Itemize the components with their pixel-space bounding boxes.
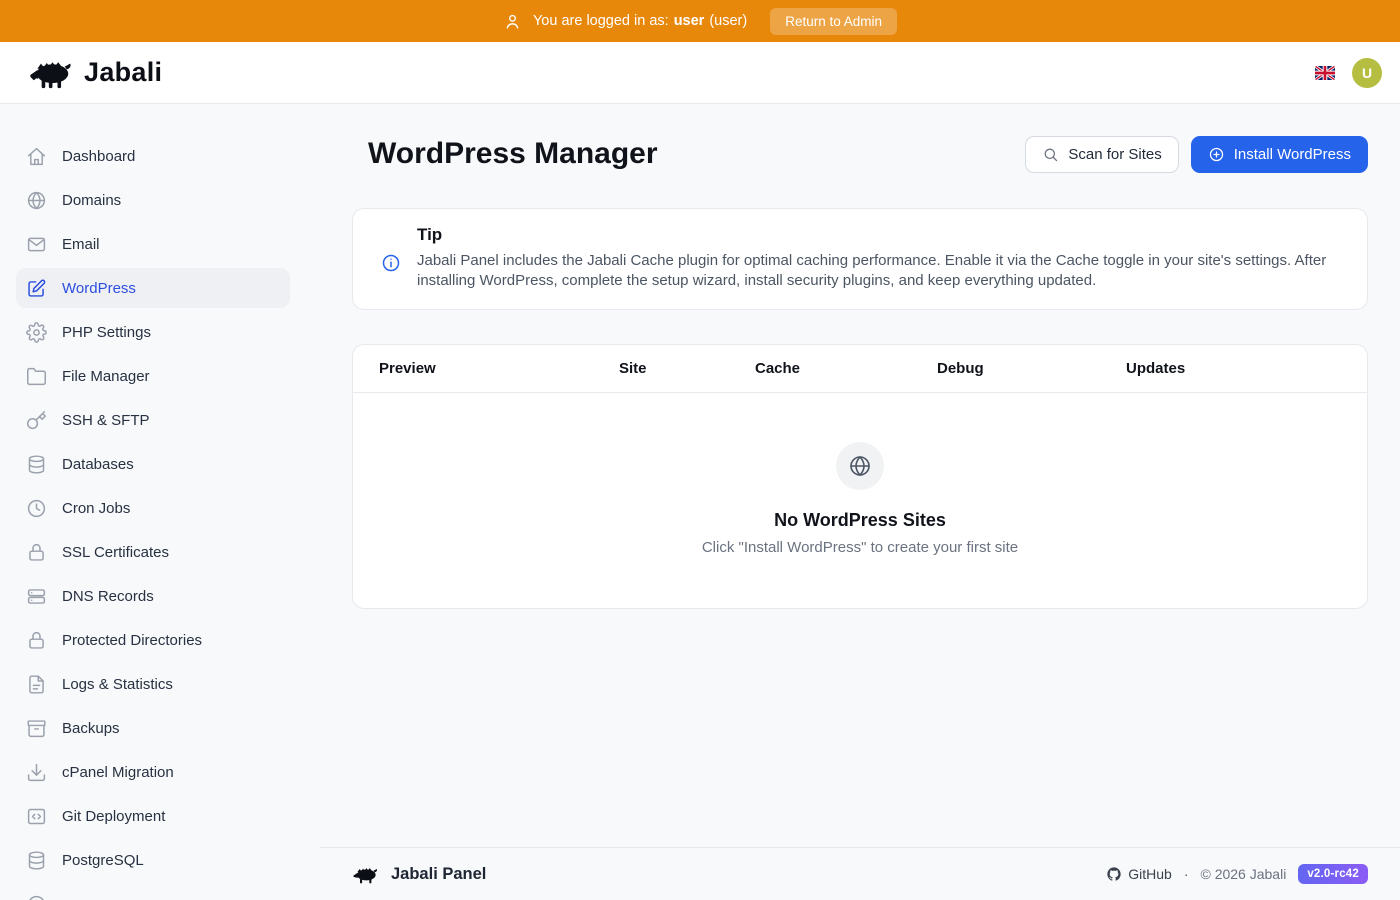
logged-in-username: user (674, 13, 705, 29)
sidebar-item-label: Domains (62, 192, 121, 209)
edit-icon (26, 278, 47, 299)
sidebar-item-dashboard[interactable]: Dashboard (16, 136, 290, 176)
sidebar-item-cpanel-migration[interactable]: cPanel Migration (16, 752, 290, 792)
github-label: GitHub (1128, 866, 1172, 882)
sidebar-item-backups[interactable]: Backups (16, 708, 290, 748)
sidebar-item-label: PHP Settings (62, 324, 151, 341)
tip-callout: Tip Jabali Panel includes the Jabali Cac… (352, 208, 1368, 310)
tip-body: Jabali Panel includes the Jabali Cache p… (417, 251, 1343, 291)
sidebar-item-label: File Manager (62, 368, 150, 385)
boar-logo-icon (28, 57, 74, 89)
empty-state-title: No WordPress Sites (774, 510, 946, 531)
github-icon (1106, 866, 1122, 882)
settings-icon (26, 322, 47, 343)
tip-title: Tip (417, 225, 1343, 245)
column-header-cache: Cache (755, 360, 937, 377)
boar-footer-icon (352, 865, 379, 884)
sidebar-item-cron-jobs[interactable]: Cron Jobs (16, 488, 290, 528)
sidebar-item-clipped-item[interactable] (16, 884, 290, 900)
sidebar-item-label: Logs & Statistics (62, 676, 173, 693)
search-icon (1042, 146, 1059, 163)
sidebar-item-postgresql[interactable]: PostgreSQL (16, 840, 290, 880)
sidebar-item-label: Email (62, 236, 100, 253)
person-icon (503, 12, 522, 31)
column-header-preview: Preview (379, 360, 619, 377)
footer: Jabali Panel GitHub · © 2026 Jabali v2.0… (320, 847, 1400, 900)
sidebar-item-php-settings[interactable]: PHP Settings (16, 312, 290, 352)
file-text-icon (26, 674, 47, 695)
install-button-label: Install WordPress (1234, 146, 1351, 163)
info-icon (381, 253, 401, 291)
column-header-debug: Debug (937, 360, 1126, 377)
version-badge: v2.0-rc42 (1298, 864, 1368, 884)
sidebar-nav: Dashboard Domains Email WordPress PHP Settin… (0, 104, 320, 900)
sidebar-item-ssl-certificates[interactable]: SSL Certificates (16, 532, 290, 572)
install-wordpress-button[interactable]: Install WordPress (1191, 136, 1368, 173)
sidebar-item-label: Cron Jobs (62, 500, 130, 517)
sidebar-item-label: Dashboard (62, 148, 135, 165)
key-icon (26, 410, 47, 431)
archive-icon (26, 718, 47, 739)
sidebar-item-label: Backups (62, 720, 120, 737)
sidebar-item-label: DNS Records (62, 588, 154, 605)
main-content: WordPress Manager Scan for Sites Install… (320, 104, 1400, 847)
sidebar-item-label: cPanel Migration (62, 764, 174, 781)
footer-separator: · (1184, 866, 1189, 882)
sidebar-item-file-manager[interactable]: File Manager (16, 356, 290, 396)
copyright-text: © 2026 Jabali (1200, 866, 1286, 882)
circle-icon (26, 894, 47, 900)
database-icon (26, 850, 47, 871)
plus-circle-icon (1208, 146, 1225, 163)
sidebar-item-label: SSH & SFTP (62, 412, 150, 429)
impersonation-banner: You are logged in as: user (user) Return… (0, 0, 1400, 42)
mail-icon (26, 234, 47, 255)
logged-in-role: (user) (709, 13, 747, 29)
user-avatar[interactable]: U (1352, 58, 1382, 88)
brand-name: Jabali (84, 57, 162, 88)
empty-state: No WordPress Sites Click "Install WordPr… (353, 393, 1367, 608)
sidebar-item-label: PostgreSQL (62, 852, 144, 869)
language-uk-flag-icon[interactable] (1315, 66, 1335, 80)
empty-state-subtitle: Click "Install WordPress" to create your… (702, 539, 1018, 556)
globe-icon (26, 190, 47, 211)
database-icon (26, 454, 47, 475)
logged-in-prefix: You are logged in as: (533, 13, 669, 29)
lock-icon (26, 542, 47, 563)
download-icon (26, 762, 47, 783)
server-icon (26, 586, 47, 607)
sidebar-item-label: WordPress (62, 280, 136, 297)
column-header-site: Site (619, 360, 755, 377)
scan-for-sites-button[interactable]: Scan for Sites (1025, 136, 1178, 173)
sidebar-item-label: Protected Directories (62, 632, 202, 649)
sidebar-item-dns-records[interactable]: DNS Records (16, 576, 290, 616)
brand-logo[interactable]: Jabali (28, 57, 162, 89)
sidebar-item-label: SSL Certificates (62, 544, 169, 561)
sidebar-item-databases[interactable]: Databases (16, 444, 290, 484)
sidebar-item-wordpress[interactable]: WordPress (16, 268, 290, 308)
sidebar-item-label: Git Deployment (62, 808, 165, 825)
sidebar-item-label: Databases (62, 456, 134, 473)
wordpress-sites-table: PreviewSiteCacheDebugUpdates No WordPres… (352, 344, 1368, 609)
folder-icon (26, 366, 47, 387)
home-icon (26, 146, 47, 167)
sidebar-item-email[interactable]: Email (16, 224, 290, 264)
lock-icon (26, 630, 47, 651)
sidebar-item-ssh-sftp[interactable]: SSH & SFTP (16, 400, 290, 440)
globe-icon (836, 442, 884, 490)
clock-icon (26, 498, 47, 519)
github-link[interactable]: GitHub (1106, 866, 1172, 882)
table-header-row: PreviewSiteCacheDebugUpdates (353, 345, 1367, 393)
logged-in-text: You are logged in as: user (user) (533, 13, 747, 29)
sidebar-item-protected-directories[interactable]: Protected Directories (16, 620, 290, 660)
column-header-updates: Updates (1126, 360, 1341, 377)
sidebar-item-domains[interactable]: Domains (16, 180, 290, 220)
app-header: Jabali U (0, 42, 1400, 104)
footer-brand: Jabali Panel (391, 865, 486, 884)
sidebar-item-git-deployment[interactable]: Git Deployment (16, 796, 290, 836)
page-title: WordPress Manager (368, 134, 658, 174)
scan-button-label: Scan for Sites (1068, 146, 1161, 163)
return-to-admin-button[interactable]: Return to Admin (770, 8, 897, 35)
code-icon (26, 806, 47, 827)
sidebar-item-logs-statistics[interactable]: Logs & Statistics (16, 664, 290, 704)
